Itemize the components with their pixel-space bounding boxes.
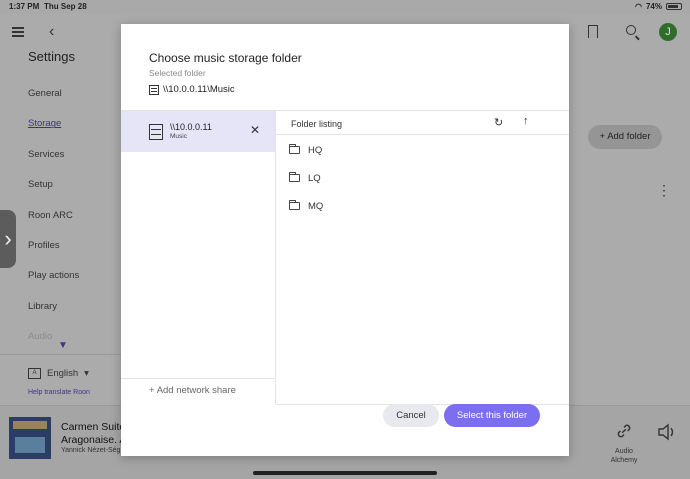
refresh-icon[interactable]: ↻	[494, 116, 503, 129]
network-shares-pane: \\10.0.0.11 Music ✕ + Add network share	[121, 111, 276, 404]
dialog-title: Choose music storage folder	[149, 51, 302, 65]
folder-name: LQ	[308, 172, 321, 184]
zone-label[interactable]: Audio Alchemy	[604, 447, 644, 465]
track-title-line1: Carmen Suite	[61, 421, 126, 433]
nav-item-audio[interactable]: Audio	[28, 327, 79, 357]
track-title[interactable]: Carmen Suite Aragonaise. A	[61, 421, 126, 447]
add-folder-label: Add folder	[607, 131, 651, 142]
plus-icon: +	[149, 385, 155, 396]
share-name: \\10.0.0.11	[170, 122, 212, 132]
wifi-icon: ◠	[635, 2, 642, 11]
share-type: Music	[170, 133, 187, 140]
folder-item[interactable]: MQ	[289, 198, 323, 214]
server-icon	[149, 84, 159, 95]
track-title-line2: Aragonaise. A	[61, 434, 127, 446]
page-title: Settings	[28, 49, 75, 64]
nav-item-services[interactable]: Services	[28, 145, 79, 175]
caret-down-icon: ▾	[84, 368, 89, 379]
folder-listing-title: Folder listing	[291, 119, 343, 129]
help-translate-link[interactable]: Help translate Roon	[28, 389, 90, 396]
bookmark-icon[interactable]	[588, 25, 598, 38]
choose-folder-dialog: Choose music storage folder Selected fol…	[121, 24, 569, 456]
folder-listing-header: Folder listing ↻ ↑	[276, 111, 569, 135]
volume-icon[interactable]	[657, 423, 677, 441]
arrow-up-icon[interactable]: ↑	[523, 115, 529, 127]
home-indicator	[253, 471, 437, 475]
track-artist[interactable]: Yannick Nézet-Ség	[61, 447, 120, 454]
back-icon[interactable]: ‹	[49, 23, 54, 41]
nav-item-general[interactable]: General	[28, 84, 79, 114]
network-share-item[interactable]: \\10.0.0.11 Music ✕	[121, 111, 275, 152]
nav-item-setup[interactable]: Setup	[28, 175, 79, 205]
status-bar: 1:37 PM Thu Sep 28 ◠ 74%	[0, 0, 690, 14]
close-icon[interactable]: ✕	[250, 123, 260, 137]
folder-item[interactable]: HQ	[289, 142, 322, 158]
nav-item-roon-arc[interactable]: Roon ARC	[28, 206, 79, 236]
dialog-subtitle: Selected folder	[149, 68, 206, 78]
search-icon[interactable]	[626, 25, 636, 35]
nav-item-profiles[interactable]: Profiles	[28, 236, 79, 266]
nav-item-play-actions[interactable]: Play actions	[28, 266, 79, 296]
selected-folder-path: \\10.0.0.11\Music	[149, 84, 235, 95]
menu-icon[interactable]	[12, 27, 24, 37]
folder-icon	[289, 200, 300, 210]
server-icon	[149, 124, 163, 140]
language-selector[interactable]: A English ▾	[28, 368, 89, 379]
select-folder-button[interactable]: Select this folder	[444, 404, 540, 427]
folder-name: HQ	[308, 144, 323, 156]
nav-item-storage[interactable]: Storage	[28, 114, 79, 144]
battery-percent: 74%	[645, 2, 662, 11]
folder-icon	[289, 144, 300, 154]
nav-item-library[interactable]: Library	[28, 297, 79, 327]
folder-name: MQ	[308, 200, 324, 212]
settings-nav: General Storage Services Setup Roon ARC …	[28, 84, 79, 358]
link-icon[interactable]	[615, 422, 633, 440]
plus-icon: +	[599, 131, 606, 142]
add-folder-button[interactable]: + Add folder	[588, 125, 662, 149]
status-time: 1:37 PM	[9, 2, 40, 11]
chevron-down-icon[interactable]: ▼	[58, 340, 68, 351]
folder-item[interactable]: LQ	[289, 170, 321, 186]
divider	[0, 354, 121, 355]
album-art[interactable]	[9, 417, 51, 459]
battery-icon	[666, 3, 682, 10]
language-value: English	[47, 368, 79, 379]
add-network-share-button[interactable]: + Add network share	[149, 385, 236, 396]
more-options-icon[interactable]: ⋮	[657, 182, 671, 199]
avatar[interactable]: J	[659, 23, 677, 41]
folder-icon	[289, 172, 300, 182]
status-date: Thu Sep 28	[44, 2, 87, 11]
folder-listing-pane: Folder listing ↻ ↑ HQ LQ MQ	[276, 111, 569, 404]
status-indicators: ◠ 74%	[635, 2, 682, 11]
expand-sidebar-handle[interactable]: ›	[0, 210, 16, 268]
add-share-label: Add network share	[156, 385, 236, 396]
divider	[121, 378, 275, 379]
language-icon: A	[28, 368, 41, 379]
cancel-button[interactable]: Cancel	[383, 404, 439, 427]
selected-path-text: \\10.0.0.11\Music	[163, 84, 235, 95]
